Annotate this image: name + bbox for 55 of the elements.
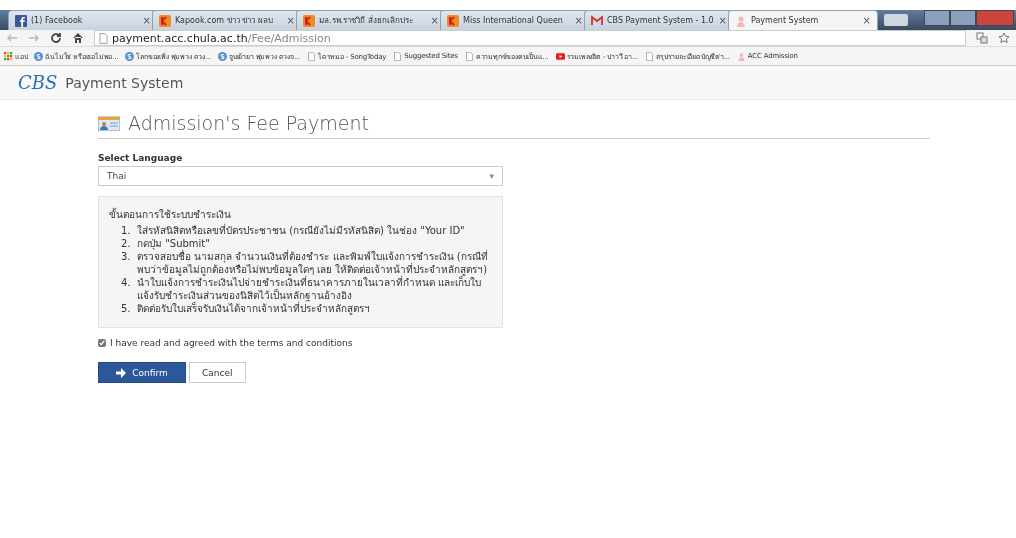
step-text: ตรวจสอบชื่อ นามสกุล จำนวนเงินที่ต้องชำระ และพิมพ์ใบแจ้งการชำระเงิน (กรณีที่พบว่าข้อมูลไม่ถูกต้องหรือไม่พบข้อมูลใดๆ เลย ให้ติดต่อเจ้าหน้าที่ประจำหลักสูตรฯ) — [137, 250, 489, 276]
page-icon — [307, 51, 316, 61]
cancel-button[interactable]: Cancel — [189, 362, 246, 383]
close-icon[interactable]: × — [574, 15, 583, 26]
video-play-icon — [555, 51, 565, 61]
agree-checkbox[interactable] — [98, 339, 106, 347]
caret-icon: ▾ — [489, 171, 494, 181]
k-logo-icon — [159, 14, 171, 27]
field-label: Select Language — [98, 153, 184, 163]
arrow-right-icon — [116, 367, 127, 378]
close-icon[interactable]: × — [430, 15, 439, 26]
mail-icon — [591, 14, 603, 27]
minimize-button[interactable] — [924, 10, 950, 26]
apps-grid-icon — [4, 51, 13, 61]
person-icon — [736, 51, 746, 61]
page-icon — [645, 51, 655, 61]
confirm-button[interactable]: Confirm — [98, 362, 186, 383]
step-number: 3. — [121, 250, 132, 264]
agree-label: I have read and agreed with the terms and conditions — [110, 338, 353, 348]
id-card-icon — [98, 115, 120, 131]
step-text: กดปุ่ม "Submit" — [137, 237, 210, 250]
instructions-heading: ขั้นตอนการใช้ระบบชำระเงิน — [109, 207, 232, 222]
star-icon[interactable] — [998, 32, 1010, 44]
step-text: ใส่รหัสนิสิตหรือเลขที่บัตรประชาชน (กรณียังไม่มีรหัสนิสิต) ในช่อง "Your ID" — [137, 224, 465, 237]
app-name[interactable]: Payment System — [65, 74, 184, 91]
s-logo-icon — [125, 51, 135, 61]
k-logo-icon — [303, 14, 315, 27]
home-icon[interactable] — [72, 32, 84, 44]
browser-tab[interactable]: Payment System × — [728, 10, 878, 30]
page-icon — [464, 51, 474, 61]
language-select[interactable]: Thai ▾ — [98, 166, 503, 186]
person-icon — [735, 14, 747, 27]
close-icon[interactable]: × — [718, 15, 727, 26]
step-number: 1. — [121, 224, 132, 237]
s-logo-icon — [34, 51, 44, 61]
translate-icon[interactable] — [976, 32, 988, 44]
k-logo-icon — [447, 14, 459, 27]
reload-icon[interactable] — [50, 32, 62, 44]
step-number: 4. — [121, 276, 132, 290]
close-window-button[interactable] — [976, 10, 1014, 26]
step-text: ติดต่อรับใบเสร็จรับเงินได้จากเจ้าหน้าที่ประจำหลักสูตรฯ — [137, 302, 370, 315]
step-text: นำใบแจ้งการชำระเงินไปจ่ายชำระเงินที่ธนาคารภายในเวลาที่กำหนด และเก็บใบแจ้งรับชำระเงินส่วนของนิสิตไว้เป็นหลักฐานอ้างอิง — [137, 276, 482, 302]
close-icon[interactable]: × — [142, 15, 151, 26]
page-icon — [99, 32, 108, 44]
facebook-icon — [15, 14, 27, 27]
s-logo-icon — [218, 51, 228, 61]
page-icon — [393, 51, 403, 61]
maximize-button[interactable] — [950, 10, 976, 26]
close-icon[interactable]: × — [286, 15, 295, 26]
step-number: 2. — [121, 237, 132, 250]
app-logo[interactable]: CBS — [18, 72, 58, 93]
page-title: Admission's Fee Payment — [128, 112, 369, 134]
address-bar[interactable]: payment.acc.chula.ac.th/Fee/Admission — [94, 30, 966, 46]
step-number: 5. — [121, 302, 132, 315]
close-icon[interactable]: × — [862, 15, 871, 26]
